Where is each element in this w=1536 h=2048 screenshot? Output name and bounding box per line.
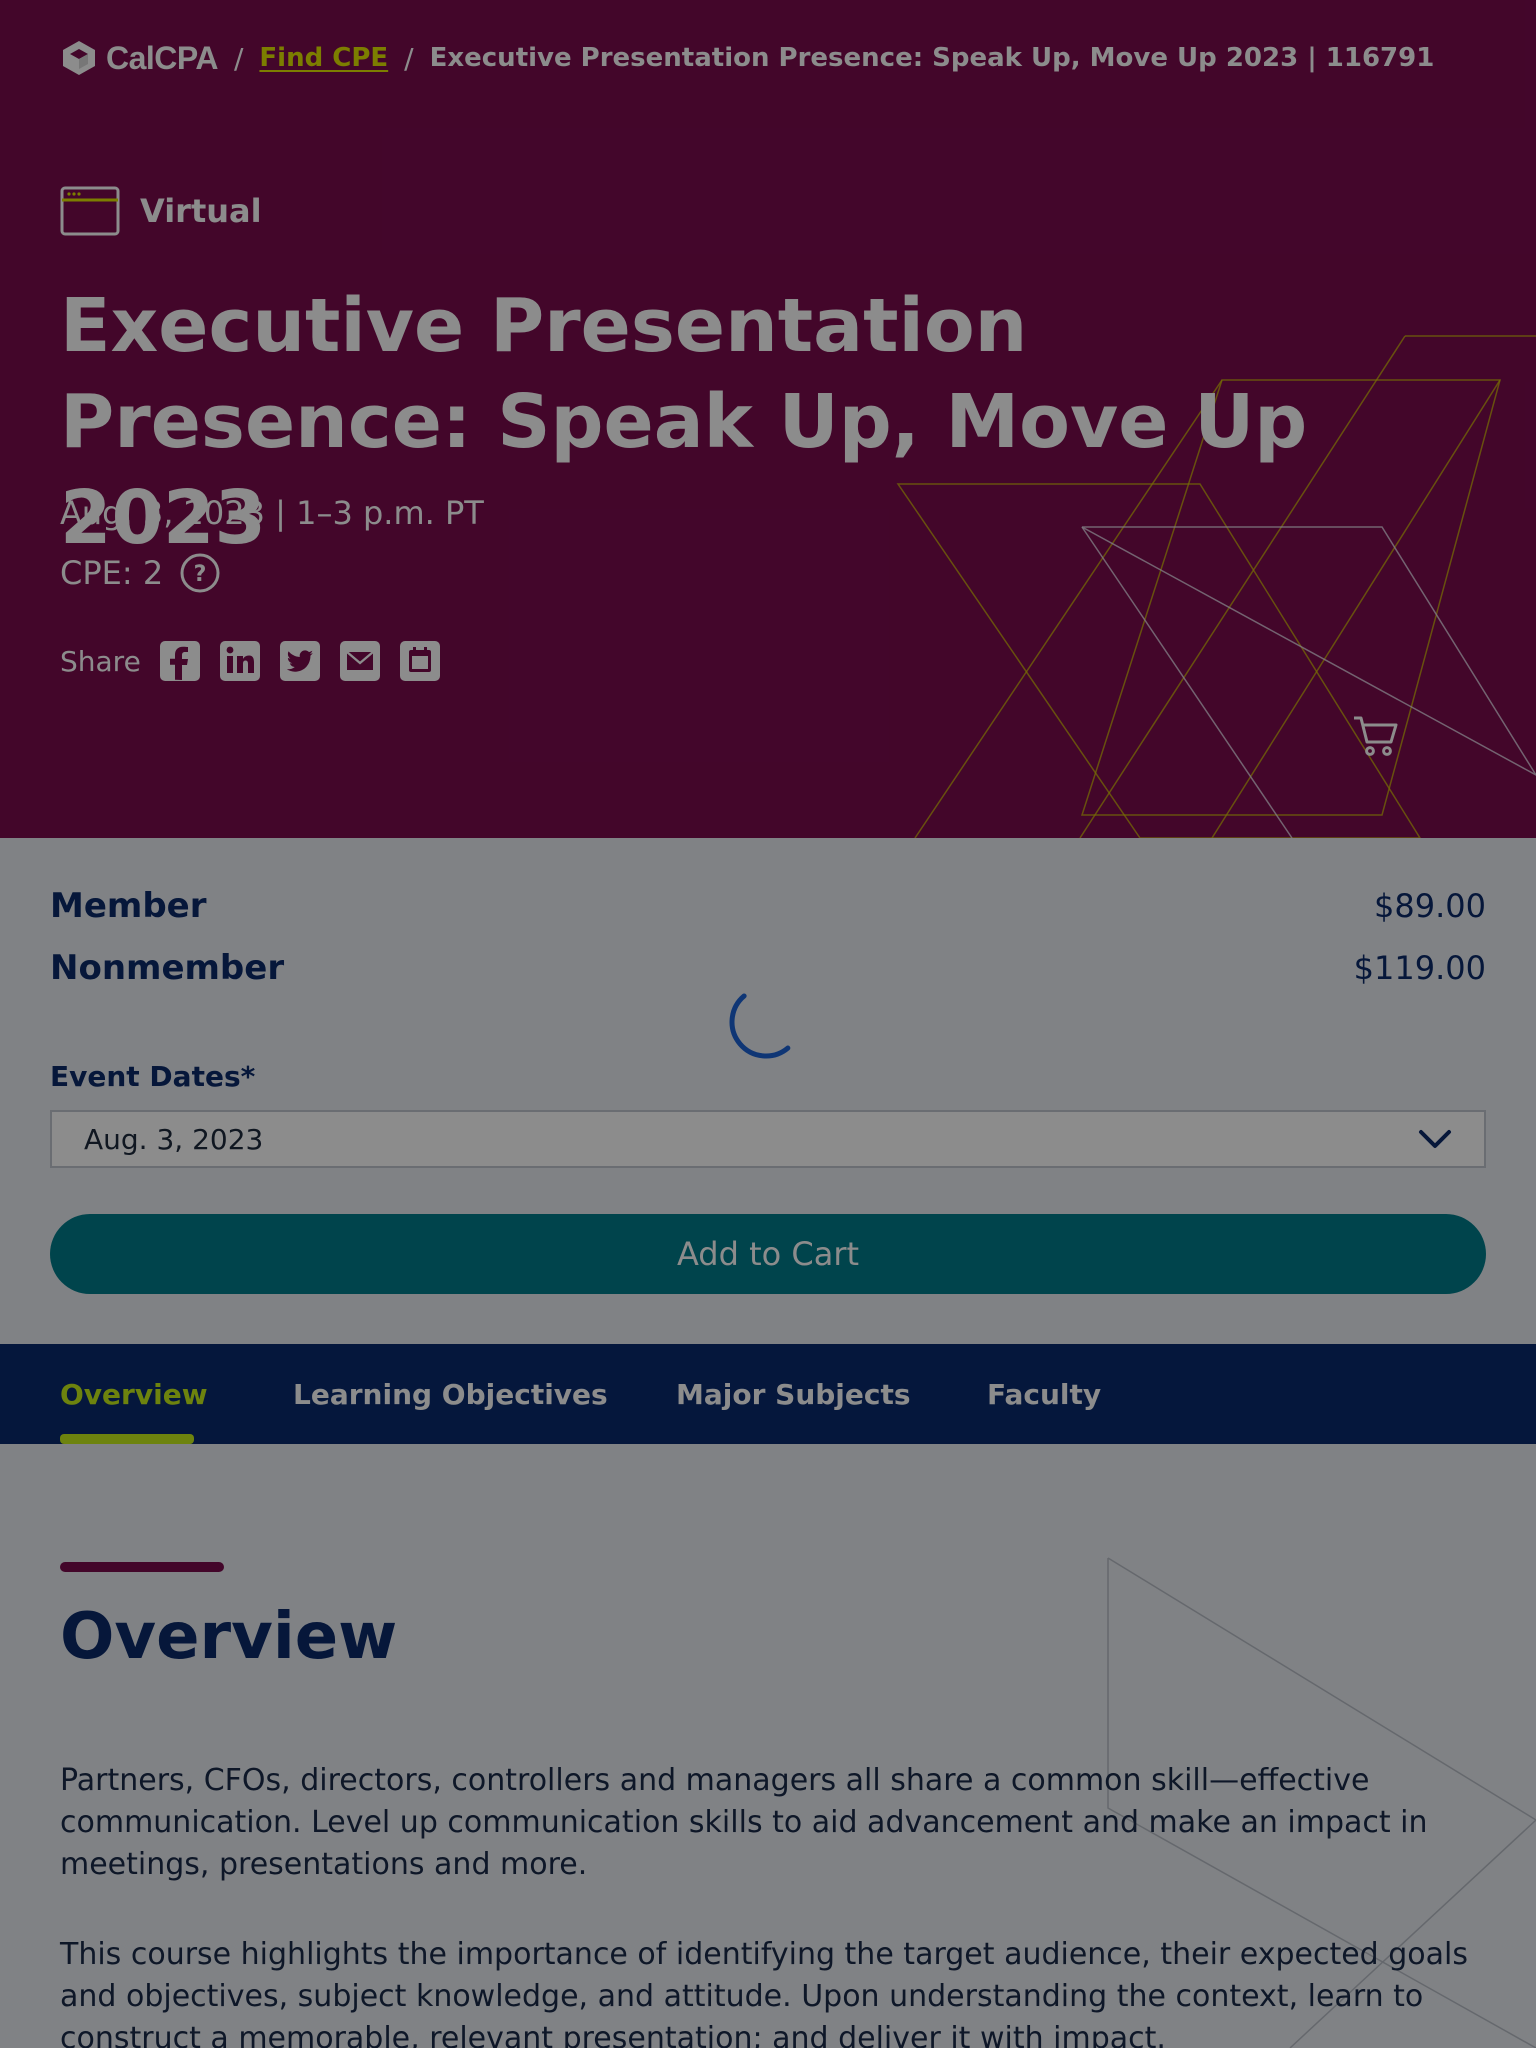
cpe-label: CPE: 2 bbox=[60, 554, 164, 592]
breadcrumb-link-find-cpe[interactable]: Find CPE bbox=[259, 43, 388, 73]
overview-paragraph: Partners, CFOs, directors, controllers a… bbox=[60, 1763, 1428, 1882]
member-price: $89.00 bbox=[1374, 887, 1486, 925]
breadcrumb-current: Executive Presentation Presence: Speak U… bbox=[429, 43, 1435, 73]
hero-banner: CalCPA / Find CPE / Executive Presentati… bbox=[0, 0, 1536, 838]
tab-faculty[interactable]: Faculty bbox=[987, 1344, 1101, 1444]
event-dates-selected: Aug. 3, 2023 bbox=[84, 1122, 264, 1156]
active-tab-indicator bbox=[60, 1434, 194, 1444]
event-format: Virtual bbox=[60, 186, 262, 236]
twitter-icon[interactable] bbox=[279, 640, 321, 682]
chevron-down-icon bbox=[1419, 1130, 1451, 1148]
section-tabs: Overview Learning Objectives Major Subje… bbox=[0, 1344, 1536, 1444]
nonmember-label: Nonmember bbox=[50, 948, 285, 988]
cpe-credits: CPE: 2 ? bbox=[60, 552, 221, 594]
share-label: Share bbox=[60, 644, 141, 678]
tab-learning-objectives[interactable]: Learning Objectives bbox=[293, 1344, 608, 1444]
add-to-cart-button[interactable]: Add to Cart bbox=[50, 1214, 1486, 1294]
section-accent-bar bbox=[60, 1562, 224, 1572]
event-dates-select[interactable]: Aug. 3, 2023 bbox=[50, 1110, 1486, 1168]
calcpa-logo[interactable]: CalCPA bbox=[60, 39, 218, 77]
breadcrumb-separator: / bbox=[404, 41, 414, 75]
purchase-panel: Member $89.00 Nonmember $119.00 Event Da… bbox=[0, 838, 1536, 1344]
facebook-icon[interactable] bbox=[159, 640, 201, 682]
svg-text:?: ? bbox=[194, 562, 207, 587]
overview-section: Overview Partners, CFOs, directors, cont… bbox=[0, 1444, 1536, 2048]
tab-major-subjects[interactable]: Major Subjects bbox=[676, 1344, 911, 1444]
event-date-time: Aug. 3, 2023 | 1–3 p.m. PT bbox=[60, 494, 484, 532]
help-icon[interactable]: ? bbox=[179, 552, 221, 594]
breadcrumb-separator: / bbox=[233, 41, 244, 75]
member-price-row: Member $89.00 bbox=[50, 886, 1486, 926]
overview-paragraph: This course highlights the importance of… bbox=[60, 1937, 1468, 2048]
share-bar: Share bbox=[60, 640, 441, 682]
breadcrumb: CalCPA / Find CPE / Executive Presentati… bbox=[60, 38, 1434, 78]
format-label: Virtual bbox=[140, 192, 262, 230]
cart-icon[interactable] bbox=[1352, 714, 1400, 758]
member-label: Member bbox=[50, 886, 207, 926]
linkedin-icon[interactable] bbox=[219, 640, 261, 682]
overview-heading: Overview bbox=[60, 1600, 398, 1674]
calendar-icon[interactable] bbox=[399, 640, 441, 682]
tab-overview[interactable]: Overview bbox=[60, 1344, 208, 1444]
calcpa-logo-icon bbox=[63, 41, 95, 75]
loading-spinner-icon bbox=[729, 993, 791, 1059]
nonmember-price: $119.00 bbox=[1353, 949, 1486, 987]
event-dates-label: Event Dates* bbox=[50, 1060, 256, 1093]
browser-window-icon bbox=[60, 186, 120, 236]
brand-name: CalCPA bbox=[106, 39, 218, 76]
email-icon[interactable] bbox=[339, 640, 381, 682]
